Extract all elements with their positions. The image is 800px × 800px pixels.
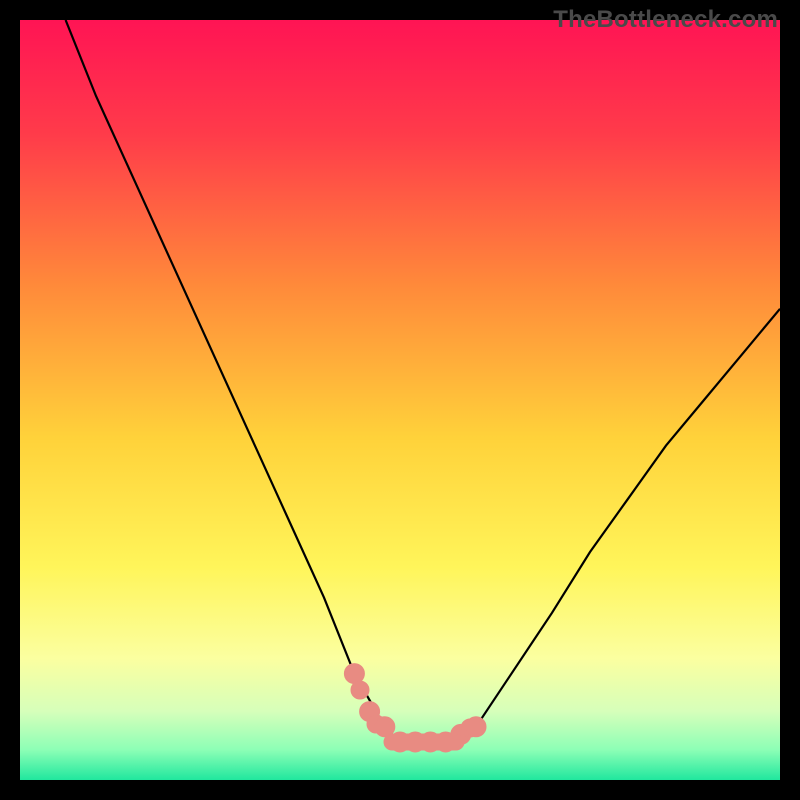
bottleneck-chart <box>20 20 780 780</box>
watermark-text: TheBottleneck.com <box>553 6 778 34</box>
gradient-background <box>20 20 780 780</box>
chart-frame: TheBottleneck.com <box>0 0 800 800</box>
